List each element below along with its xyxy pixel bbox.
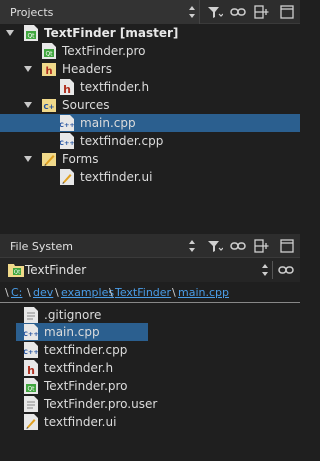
svg-text:Qt: Qt [27,33,35,40]
tree-item-textfinder-ui[interactable]: textfinder.ui [0,168,300,186]
sources-folder-icon: C+ [42,97,56,113]
combo-arrows-icon [187,238,197,254]
fs-item-label: textfinder.h [44,361,114,375]
breadcrumb-item[interactable]: TextFinder [115,286,171,299]
svg-text:Qt: Qt [45,51,53,58]
tree-item-pro[interactable]: Qt TextFinder.pro [0,42,300,60]
breadcrumb-item[interactable]: C: [11,286,22,299]
tree-item-headers[interactable]: h Headers [0,60,300,78]
ui-file-icon [60,169,74,185]
collapse-arrow-icon[interactable] [23,64,33,74]
link-icon[interactable] [228,237,248,255]
collapse-arrow-icon[interactable] [23,100,33,110]
folder-icon: Qt [8,262,24,277]
svg-text:h: h [63,83,71,95]
breadcrumb-separator: \ [55,286,59,299]
link-icon[interactable] [278,264,294,279]
svg-text:C++: C++ [24,330,38,338]
tree-item-forms[interactable]: Forms [0,150,300,168]
svg-text:C++: C++ [60,121,74,129]
fs-item-textfinder-cpp[interactable]: C++ textfinder.cpp [0,341,300,359]
headers-folder-icon: h [42,61,56,77]
filter-icon[interactable] [205,237,225,255]
split-icon[interactable] [252,3,272,21]
svg-text:C+: C+ [43,103,54,111]
fs-item-label: TextFinder.pro.user [44,397,158,411]
svg-text:C++: C++ [24,348,38,356]
tree-item-project-root[interactable]: Qt TextFinder [master] [0,24,300,42]
fs-item-label: TextFinder.pro [44,379,128,393]
svg-text:C++: C++ [60,139,74,147]
breadcrumb: \ C: \ dev \ examples \ TextFinder \ mai… [0,283,300,303]
svg-text:Qt: Qt [14,270,21,276]
header-file-icon: h [60,79,74,96]
fs-item-label: .gitignore [44,308,102,322]
breadcrumb-separator: \ [5,286,9,299]
tree-item-label: Sources [62,98,110,112]
projects-header: Projects [0,0,300,24]
fs-item-textfinder-ui[interactable]: textfinder.ui [0,413,300,431]
cpp-file-icon: C++ [23,324,39,340]
tree-item-label: textfinder.h [80,80,150,94]
text-file-icon [24,307,38,323]
forms-folder-icon [42,151,56,167]
cpp-file-icon: C++ [23,342,39,358]
fs-item-label: main.cpp [44,325,100,339]
fs-root-combo[interactable]: Qt TextFinder [0,258,300,282]
tree-item-label: textfinder.cpp [80,134,164,148]
tree-item-label: main.cpp [80,116,136,130]
cpp-file-icon: C++ [59,133,75,149]
fs-item-textfinder-pro-user[interactable]: TextFinder.pro.user [0,395,300,413]
link-icon[interactable] [228,3,248,21]
fs-item-textfinder-h[interactable]: h textfinder.h [0,359,300,377]
text-file-icon [24,396,38,412]
pro-file-icon: Qt [24,378,38,394]
breadcrumb-item[interactable]: examples [61,286,114,299]
svg-text:h: h [27,364,35,376]
filter-icon[interactable] [205,3,225,21]
ui-file-icon [24,414,38,430]
tree-item-label: TextFinder.pro [62,44,146,58]
tree-item-label: Forms [62,152,99,166]
fs-item-main-cpp[interactable]: C++ main.cpp [0,323,300,341]
breadcrumb-separator: \ [27,286,31,299]
filesystem-header: File System [0,234,300,258]
breadcrumb-separator: \ [109,286,113,299]
cpp-file-icon: C++ [59,115,75,131]
collapse-arrow-icon[interactable] [23,154,33,164]
tree-item-sources[interactable]: C+ Sources [0,96,300,114]
tree-item-main-cpp[interactable]: C++ main.cpp [0,114,300,132]
projects-title: Projects [10,6,54,19]
svg-text:Qt: Qt [27,386,35,393]
fs-root-label: TextFinder [25,263,87,277]
close-pane-icon[interactable] [277,237,297,255]
split-icon[interactable] [252,237,272,255]
tree-item-textfinder-h[interactable]: h textfinder.h [0,78,300,96]
fs-item-gitignore[interactable]: .gitignore [0,306,300,324]
svg-text:h: h [45,66,52,77]
fs-item-textfinder-pro[interactable]: Qt TextFinder.pro [0,377,300,395]
pro-file-icon: Qt [42,43,56,59]
breadcrumb-item[interactable]: dev [33,286,53,299]
combo-arrows-icon [260,262,270,278]
tree-item-textfinder-cpp[interactable]: C++ textfinder.cpp [0,132,300,150]
filesystem-title: File System [10,240,73,253]
tree-item-label: Headers [62,62,112,76]
header-file-icon: h [24,360,38,377]
fs-item-label: textfinder.ui [44,415,117,429]
tree-item-label: TextFinder [master] [44,26,179,40]
qt-project-icon: Qt [24,25,38,41]
fs-item-label: textfinder.cpp [44,343,128,357]
collapse-arrow-icon[interactable] [5,28,15,38]
tree-item-label: textfinder.ui [80,170,153,184]
close-pane-icon[interactable] [277,3,297,21]
combo-arrows-icon [187,4,197,20]
breadcrumb-separator: \ [172,286,176,299]
breadcrumb-item[interactable]: main.cpp [178,286,229,299]
